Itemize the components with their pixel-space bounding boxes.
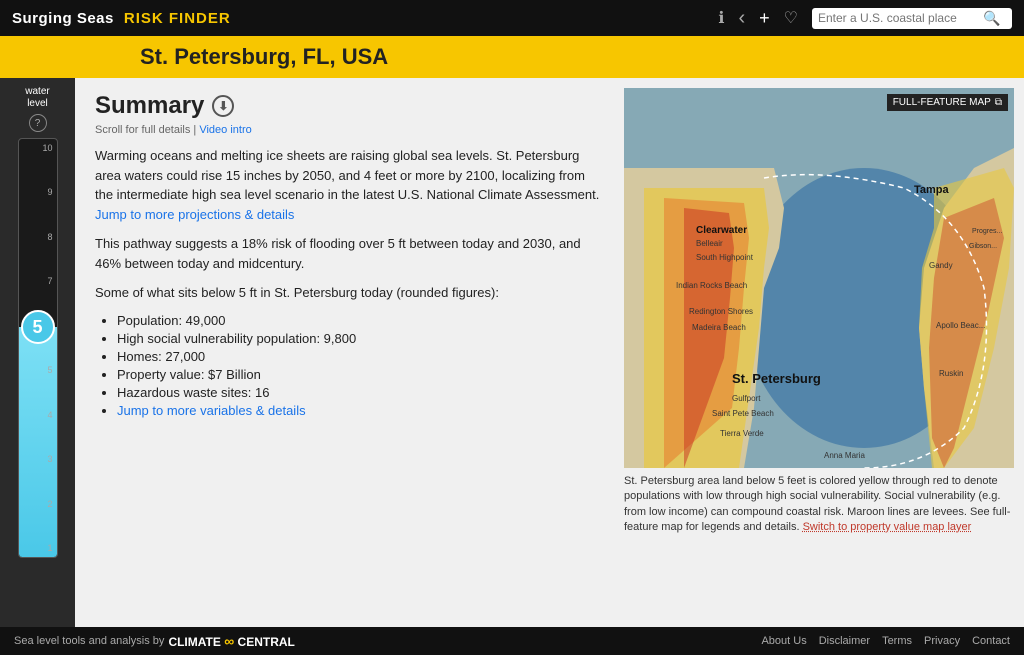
svg-text:Tierra Verde: Tierra Verde xyxy=(720,429,764,438)
bullet-list: Population: 49,000 High social vulnerabi… xyxy=(95,313,604,418)
list-item: Hazardous waste sites: 16 xyxy=(117,385,604,400)
svg-text:Ruskin: Ruskin xyxy=(939,369,963,378)
map-container: Clearwater Belleair South Highpoint Indi… xyxy=(624,88,1014,468)
summary-heading: Summary ⬇ xyxy=(95,92,604,120)
svg-text:Gibson...: Gibson... xyxy=(969,243,997,250)
svg-text:Gandy: Gandy xyxy=(929,261,953,270)
paragraph-1: Warming oceans and melting ice sheets ar… xyxy=(95,146,604,224)
map-image: Clearwater Belleair South Highpoint Indi… xyxy=(624,88,1014,468)
external-link-icon: ⧉ xyxy=(995,97,1002,108)
svg-text:Clearwater: Clearwater xyxy=(696,225,747,236)
footer-privacy-link[interactable]: Privacy xyxy=(924,635,960,647)
location-bar: St. Petersburg, FL, USA xyxy=(0,36,1024,78)
footer-left-text: Sea level tools and analysis by xyxy=(14,635,164,647)
main-content: water level ? 10 9 8 7 6 5 4 3 2 1 5 Sum… xyxy=(0,78,1024,627)
list-item: Homes: 27,000 xyxy=(117,349,604,364)
paragraph-2: This pathway suggests a 18% risk of floo… xyxy=(95,234,604,273)
footer-left: Sea level tools and analysis by CLIMATE … xyxy=(14,633,295,649)
svg-text:Saint Pete Beach: Saint Pete Beach xyxy=(712,409,774,418)
footer-links: About Us Disclaimer Terms Privacy Contac… xyxy=(761,635,1010,647)
switch-layer-link[interactable]: Switch to property value map layer xyxy=(803,521,972,533)
infinity-icon: ∞ xyxy=(224,633,234,649)
list-item: Population: 49,000 xyxy=(117,313,604,328)
svg-text:South Highpoint: South Highpoint xyxy=(696,253,754,262)
scroll-hint: Scroll for full details | Video intro xyxy=(95,124,604,136)
svg-text:Redington Shores: Redington Shores xyxy=(689,307,753,316)
summary-content: Summary ⬇ Scroll for full details | Vide… xyxy=(75,78,624,627)
info-icon[interactable]: ℹ xyxy=(718,8,724,28)
svg-text:Anna Maria: Anna Maria xyxy=(824,451,865,460)
gauge-level[interactable]: 5 xyxy=(21,310,55,344)
paragraph-3: Some of what sits below 5 ft in St. Pete… xyxy=(95,283,604,303)
map-panel: Clearwater Belleair South Highpoint Indi… xyxy=(624,78,1024,627)
map-caption: St. Petersburg area land below 5 feet is… xyxy=(624,474,1014,536)
help-button[interactable]: ? xyxy=(29,114,47,132)
video-intro-link[interactable]: Video intro xyxy=(199,124,251,136)
variables-link[interactable]: Jump to more variables & details xyxy=(117,403,306,418)
search-icon[interactable]: 🔍 xyxy=(983,10,1000,27)
projections-link-1[interactable]: Jump to more projections & details xyxy=(95,207,294,222)
back-icon[interactable]: ‹ xyxy=(738,7,745,30)
footer: Sea level tools and analysis by CLIMATE … xyxy=(0,627,1024,655)
svg-text:Indian Rocks Beach: Indian Rocks Beach xyxy=(676,281,747,290)
list-item: High social vulnerability population: 9,… xyxy=(117,331,604,346)
heart-icon[interactable]: ♡ xyxy=(784,8,798,28)
footer-about-link[interactable]: About Us xyxy=(761,635,806,647)
brand-risk: RISK FINDER xyxy=(124,10,231,27)
svg-text:Belleair: Belleair xyxy=(696,239,723,248)
header-icons: ℹ ‹ + ♡ 🔍 xyxy=(718,7,1012,30)
gauge-scale: 10 9 8 7 6 5 4 3 2 1 xyxy=(42,139,52,557)
header: Surging Seas RISK FINDER ℹ ‹ + ♡ 🔍 xyxy=(0,0,1024,36)
list-item: Property value: $7 Billion xyxy=(117,367,604,382)
plus-icon[interactable]: + xyxy=(759,8,770,29)
full-feature-map-button[interactable]: FULL-FEATURE MAP ⧉ xyxy=(887,94,1008,111)
svg-text:Gulfport: Gulfport xyxy=(732,394,761,403)
footer-terms-link[interactable]: Terms xyxy=(882,635,912,647)
svg-text:Apollo Beac...: Apollo Beac... xyxy=(936,321,985,330)
footer-contact-link[interactable]: Contact xyxy=(972,635,1010,647)
location-title: St. Petersburg, FL, USA xyxy=(140,44,388,70)
sidebar: water level ? 10 9 8 7 6 5 4 3 2 1 5 xyxy=(0,78,75,627)
svg-text:Tampa: Tampa xyxy=(914,184,950,196)
search-input[interactable] xyxy=(818,11,983,25)
climate-central-logo: CLIMATE ∞ CENTRAL xyxy=(168,633,294,649)
brand-surging: Surging Seas xyxy=(12,10,114,27)
sidebar-label: water level xyxy=(25,86,49,110)
svg-text:Madeira Beach: Madeira Beach xyxy=(692,323,746,332)
svg-text:St. Petersburg: St. Petersburg xyxy=(732,371,821,386)
water-gauge: 10 9 8 7 6 5 4 3 2 1 5 xyxy=(18,138,58,558)
footer-disclaimer-link[interactable]: Disclaimer xyxy=(819,635,870,647)
download-icon[interactable]: ⬇ xyxy=(212,95,234,117)
svg-text:Progres...: Progres... xyxy=(972,228,1002,235)
search-box: 🔍 xyxy=(812,8,1012,29)
list-item-jump[interactable]: Jump to more variables & details xyxy=(117,403,604,418)
